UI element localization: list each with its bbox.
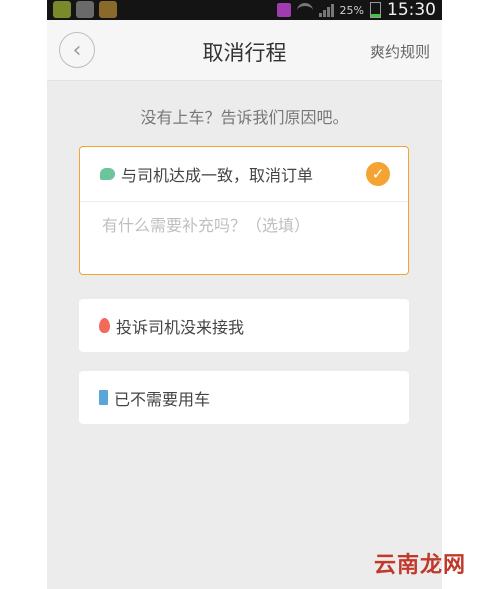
reason-option-complain[interactable]: 投诉司机没来接我	[79, 299, 409, 352]
battery-percent: 25%	[339, 3, 364, 17]
battery-icon	[370, 2, 381, 18]
gallery-notification-icon	[76, 1, 94, 18]
reason-option-no-need[interactable]: 已不需要用车	[79, 371, 409, 424]
reason-label: 与司机达成一致，取消订单	[121, 166, 314, 185]
checkmark-icon: ✓	[366, 162, 390, 186]
no-show-rules-link[interactable]: 爽约规则	[370, 41, 430, 62]
phone-screen: 25% 15:30 ‹ 取消行程 爽约规则 没有上车？告诉我们原因吧。 与司机达…	[47, 0, 442, 589]
supplement-input[interactable]: 有什么需要补充吗？（选填）	[80, 202, 408, 236]
fire-icon	[99, 318, 110, 333]
app2-notification-icon	[99, 1, 117, 18]
door-icon	[99, 390, 108, 405]
wifi-icon	[296, 2, 313, 18]
reason-label: 已不需要用车	[114, 389, 211, 409]
clock: 15:30	[387, 0, 436, 20]
app-notification-icon	[53, 1, 71, 18]
reason-option-header[interactable]: 与司机达成一致，取消订单 ✓	[80, 147, 408, 202]
status-right: 25% 15:30	[276, 0, 436, 20]
chat-icon	[100, 168, 115, 180]
reason-option-agreed[interactable]: 与司机达成一致，取消订单 ✓ 有什么需要补充吗？（选填）	[79, 146, 409, 275]
status-bar: 25% 15:30	[47, 0, 442, 20]
watermark: 云南龙网	[373, 553, 466, 578]
signal-icon	[318, 3, 334, 17]
notification-icons	[53, 1, 117, 18]
home-icon	[276, 3, 291, 17]
cancel-prompt: 没有上车？告诉我们原因吧。	[140, 108, 349, 127]
reason-label: 投诉司机没来接我	[116, 317, 245, 337]
nav-bar: ‹ 取消行程 爽约规则	[47, 20, 442, 81]
